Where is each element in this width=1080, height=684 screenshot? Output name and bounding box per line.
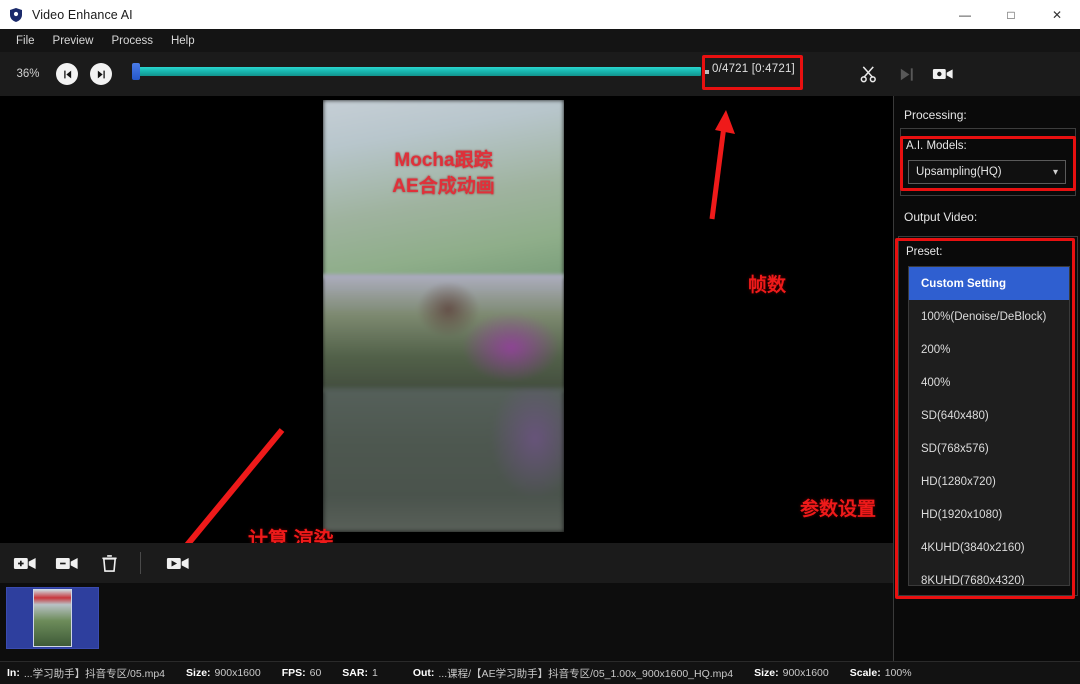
status-in-size-key: Size: [186, 667, 211, 679]
zoom-level-label: 36% [16, 68, 40, 80]
status-sar-key: SAR: [342, 667, 368, 679]
status-out-size-value: 900x1600 [782, 667, 829, 679]
render-video-icon[interactable] [161, 548, 195, 578]
status-scale-value: 100% [884, 667, 912, 679]
annotation-frames-label: 帧数 [748, 275, 787, 296]
video-thumbnail[interactable] [6, 587, 99, 649]
trim-icon [894, 62, 920, 86]
preview-overlay-line-1: Mocha跟踪 [394, 150, 493, 171]
menu-file[interactable]: File [8, 32, 43, 50]
add-video-icon[interactable] [8, 548, 42, 578]
timeline-slider[interactable] [128, 52, 701, 96]
timeline-track[interactable] [136, 67, 701, 76]
thumbnail-image [33, 589, 72, 647]
status-out-key: Out: [412, 667, 435, 679]
status-out-value: ...课程/【AE学习助手】抖音专区/05_1.00x_900x1600_HQ.… [438, 667, 734, 680]
status-in-key: In: [7, 667, 20, 679]
menu-bar: File Preview Process Help [0, 29, 1080, 52]
annotation-box-ai-models [900, 136, 1076, 191]
title-bar: Video Enhance AI — □ ✕ [0, 0, 1080, 29]
video-camera-icon[interactable] [930, 62, 956, 86]
preview-stage: Mocha跟踪 AE合成动画 帧数 参数设置 [0, 96, 893, 543]
processing-label: Processing: [904, 108, 967, 122]
preview-overlay-text: Mocha跟踪 AE合成动画 [323, 148, 564, 199]
application-window: Video Enhance AI — □ ✕ File Preview Proc… [0, 0, 1080, 684]
skip-forward-icon[interactable] [90, 63, 112, 85]
menu-help[interactable]: Help [163, 32, 203, 50]
scissors-icon[interactable] [855, 62, 881, 86]
shield-icon [10, 7, 22, 22]
maximize-button[interactable]: □ [988, 0, 1034, 29]
media-toolbar [0, 543, 893, 583]
menu-process[interactable]: Process [103, 32, 161, 50]
annotation-arrow-frames [709, 110, 735, 220]
window-title: Video Enhance AI [32, 7, 133, 22]
status-out-size-key: Size: [754, 667, 779, 679]
toolbar-separator [140, 552, 141, 574]
status-in-value: ...学习助手】抖音专区/05.mp4 [23, 667, 166, 680]
remove-video-icon[interactable] [50, 548, 84, 578]
status-scale-key: Scale: [849, 667, 881, 679]
status-bar: In: ...学习助手】抖音专区/05.mp4 Size: 900x1600 F… [0, 661, 1080, 684]
preview-middle-frame [323, 274, 564, 392]
preview-lower-frame [323, 388, 564, 532]
annotation-box-preset [895, 238, 1075, 599]
status-fps-key: FPS: [281, 667, 306, 679]
annotation-box-frame-counter [702, 55, 803, 90]
skip-back-icon[interactable] [56, 63, 78, 85]
close-button[interactable]: ✕ [1034, 0, 1080, 29]
minimize-button[interactable]: — [942, 0, 988, 29]
timeline-handle[interactable] [132, 63, 140, 80]
menu-preview[interactable]: Preview [45, 32, 102, 50]
output-video-label: Output Video: [904, 210, 978, 224]
trash-icon[interactable] [92, 548, 126, 578]
filmstrip [0, 583, 893, 661]
window-controls: — □ ✕ [942, 0, 1080, 29]
preview-overlay-line-2: AE合成动画 [392, 175, 495, 197]
status-sar-value: 1 [371, 667, 378, 679]
status-in-size-value: 900x1600 [214, 667, 261, 679]
video-preview[interactable]: Mocha跟踪 AE合成动画 [323, 100, 564, 532]
annotation-params-label: 参数设置 [800, 499, 877, 520]
status-fps-value: 60 [309, 667, 322, 679]
